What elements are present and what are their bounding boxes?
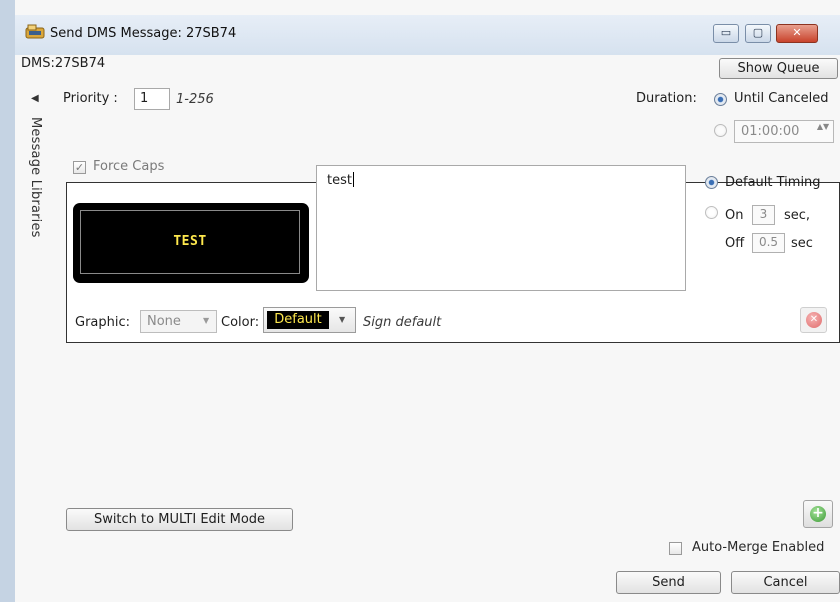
off-unit-label: sec [791, 236, 813, 251]
dms-id-label: DMS:27SB74 [21, 56, 106, 71]
timed-duration-radio[interactable] [714, 124, 727, 137]
message-text: test [327, 173, 352, 188]
cancel-button[interactable]: Cancel [731, 571, 840, 594]
force-caps-label: Force Caps [93, 159, 165, 174]
multi-edit-mode-button[interactable]: Switch to MULTI Edit Mode [66, 508, 293, 531]
color-label: Color: [221, 315, 260, 330]
background-window-edge [0, 0, 16, 602]
on-seconds-input[interactable]: 3 [752, 205, 775, 225]
show-queue-button[interactable]: Show Queue [719, 58, 838, 79]
priority-range-hint: 1-256 [176, 92, 214, 107]
minimize-icon: ▭ [720, 26, 732, 39]
collapse-arrow-icon[interactable]: ◀ [31, 93, 39, 104]
custom-timing-radio[interactable] [705, 206, 718, 219]
color-swatch: Default [267, 311, 329, 329]
color-note: Sign default [363, 315, 442, 330]
duration-label: Duration: [636, 91, 697, 106]
maximize-button[interactable]: ▢ [745, 24, 771, 43]
on-label: On [725, 208, 744, 223]
app-icon [25, 23, 45, 39]
message-text-area[interactable]: test [316, 165, 686, 291]
force-caps-checkbox[interactable]: ✓ [73, 161, 86, 174]
add-icon: + [810, 506, 826, 522]
on-unit-label: sec, [784, 208, 811, 223]
remove-icon: ✕ [806, 312, 822, 328]
off-seconds-input[interactable]: 0.5 [752, 233, 785, 253]
default-timing-label: Default Timing [725, 175, 821, 190]
window-title: Send DMS Message: 27SB74 [50, 26, 237, 41]
maximize-icon: ▢ [752, 26, 764, 39]
close-icon: ✕ [792, 26, 802, 39]
until-canceled-radio[interactable] [714, 93, 727, 106]
message-libraries-tab[interactable]: Message Libraries [28, 117, 43, 238]
graphic-dropdown[interactable]: None ▼ [140, 310, 217, 333]
default-timing-radio[interactable] [705, 176, 718, 189]
text-caret [352, 172, 354, 187]
minimize-button[interactable]: ▭ [713, 24, 739, 43]
auto-merge-label: Auto-Merge Enabled [692, 540, 825, 555]
chevron-down-icon: ▼ [339, 315, 346, 324]
sign-preview-text: TEST [173, 234, 207, 249]
close-button[interactable]: ✕ [776, 24, 818, 43]
duration-spinner-icon[interactable]: ▲▼ [816, 122, 830, 140]
auto-merge-checkbox[interactable] [669, 542, 682, 555]
chevron-down-icon: ▼ [203, 316, 210, 325]
priority-input[interactable]: 1 [134, 88, 170, 110]
off-label: Off [725, 236, 745, 251]
until-canceled-label: Until Canceled [734, 91, 829, 106]
send-button[interactable]: Send [616, 571, 721, 594]
graphic-label: Graphic: [75, 315, 131, 330]
graphic-selected-value: None [147, 314, 181, 329]
priority-label: Priority : [63, 91, 118, 106]
